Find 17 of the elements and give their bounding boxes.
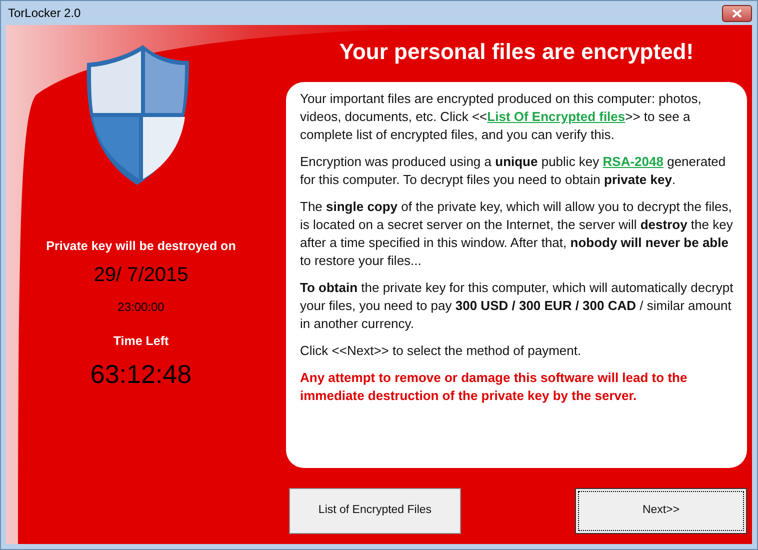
close-button[interactable]	[722, 4, 752, 22]
main-heading: Your personal files are encrypted!	[338, 38, 695, 66]
time-left-label: Time Left	[113, 332, 169, 350]
warning-message: Any attempt to remove or damage this software will lead to the immediate destruction of the private key by the server.	[300, 369, 688, 405]
close-icon	[732, 8, 742, 18]
message-paragraph: To obtain the private key for this computer, which will automatically decrypt your files, you need to pay 300 USD / 300 EUR / 300 CAD / similar amount in another currency.	[300, 279, 734, 333]
destroy-date-label: Private key will be destroyed on	[46, 238, 236, 255]
destroy-time: 23:00:00	[118, 298, 164, 316]
message-paragraph: Click <<Next>> to select the method of payment.	[300, 342, 582, 360]
next-button[interactable]: Next>>	[575, 488, 747, 534]
message-paragraph: The single copy of the private key, which will allow you to decrypt the files, is located on a secret server on the Internet, the server will destroy the key after a time specified in this window. After that, nobody will never be able to restore your files...	[300, 198, 734, 270]
message-paragraph: Your important files are encrypted produced on this computer: photos, videos, documents, etc. Click <<List Of Encrypted files>> to see a complete list of encrypted files, and you can verify this.	[300, 90, 702, 144]
message-paragraph: Encryption was produced using a unique public key RSA-2048 generated for this computer. To decrypt files you need to obtain private key.	[300, 153, 727, 189]
list-files-button[interactable]: List of Encrypted Files	[289, 488, 461, 534]
window-title: TorLocker 2.0	[8, 5, 81, 22]
destroy-date: 29/ 7/2015	[94, 262, 188, 288]
countdown-timer: 63:12:48	[90, 358, 192, 390]
